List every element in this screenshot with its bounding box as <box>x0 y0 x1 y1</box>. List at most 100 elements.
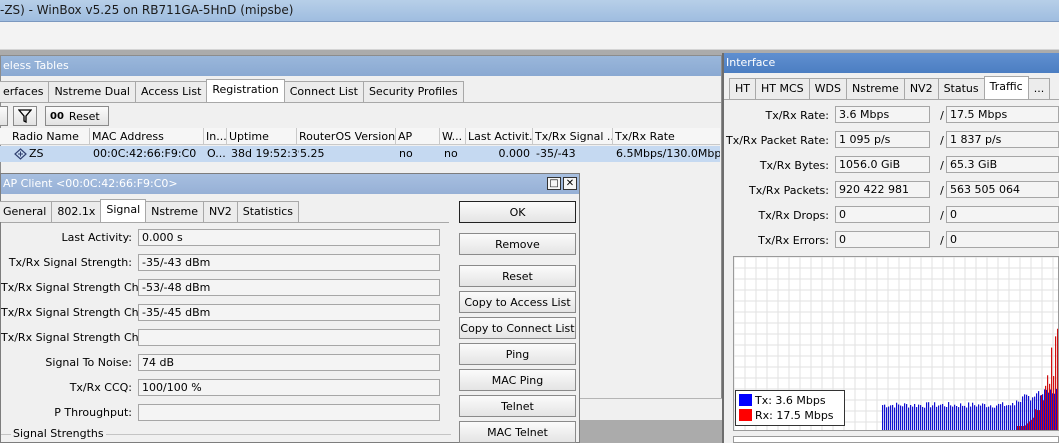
tab-nv2[interactable]: NV2 <box>903 78 939 99</box>
column-header[interactable]: AP <box>396 128 440 145</box>
rx-errors-field: 0 <box>946 231 1059 248</box>
ping-button[interactable]: Ping <box>459 343 576 365</box>
traffic-bar <box>1002 402 1004 430</box>
ccq-field: 100/100 % <box>138 379 440 396</box>
cell-interface: O... <box>207 147 226 160</box>
traffic-bar <box>960 403 962 430</box>
ccq-label: Tx/Rx CCQ: <box>69 381 132 394</box>
traffic-bar <box>980 405 982 430</box>
traffic-bar <box>918 404 920 430</box>
tab-divider <box>724 99 1059 100</box>
tx-packets-field: 920 422 981 <box>835 181 930 198</box>
tab-interfaces[interactable]: erfaces <box>0 81 50 102</box>
signal-strength-label: Tx/Rx Signal Strength: <box>8 256 132 269</box>
traffic-bar <box>932 405 934 430</box>
cell-mac-address: 00:0C:42:66:F9:C0 <box>93 147 197 160</box>
cell-wds: no <box>444 147 458 160</box>
tx-rate-field: 3.6 Mbps <box>835 106 930 123</box>
column-header[interactable]: Uptime <box>227 128 297 145</box>
tab-nstreme[interactable]: Nstreme <box>846 78 905 99</box>
tab-8021x[interactable]: 802.1x <box>51 201 102 222</box>
wireless-client-icon <box>14 148 27 160</box>
rx-packets-field: 563 505 064 <box>946 181 1059 198</box>
tab-signal[interactable]: Signal <box>100 199 147 222</box>
traffic-bar <box>1010 405 1012 430</box>
column-header[interactable]: RouterOS Version <box>297 128 396 145</box>
tab-security-profiles[interactable]: Security Profiles <box>362 81 464 102</box>
tab-nv2[interactable]: NV2 <box>202 201 238 222</box>
traffic-bar <box>892 404 894 430</box>
cell-signal: -35/-43 <box>536 147 576 160</box>
reset-counters-button[interactable]: 00 Reset <box>45 106 109 126</box>
traffic-bar <box>884 404 886 430</box>
traffic-bar <box>908 407 910 430</box>
bytes-separator: / <box>940 159 944 172</box>
column-header[interactable]: Tx/Rx Rate <box>613 128 720 145</box>
tab-status[interactable]: Status <box>937 78 985 99</box>
reset-counters-icon: 00 <box>50 110 64 122</box>
cell-tx-rx-rate: 6.5Mbps/130.0Mbps <box>616 147 720 160</box>
tab-ht[interactable]: HT <box>729 78 756 99</box>
traffic-bar <box>970 406 972 430</box>
close-button[interactable]: ✕ <box>563 177 577 190</box>
wireless-tables-title: eless Tables <box>1 56 721 76</box>
traffic-bar <box>964 405 966 430</box>
column-header[interactable]: Tx/Rx Signal ... <box>533 128 613 145</box>
legend-tx: Tx: 3.6 Mbps <box>739 394 826 407</box>
tab-statistics[interactable]: Statistics <box>236 201 300 222</box>
traffic-bar <box>888 406 890 430</box>
traffic-bar <box>954 404 956 430</box>
tab-general[interactable]: General <box>0 201 53 222</box>
ok-button[interactable]: OK <box>459 201 576 223</box>
traffic-bar <box>1008 405 1010 430</box>
tab-more[interactable]: ... <box>1027 78 1051 99</box>
traffic-bar <box>978 404 980 430</box>
wireless-status-bar <box>580 398 722 420</box>
ap-client-title: AP Client <00:0C:42:66:F9:C0> <box>1 174 579 194</box>
telnet-button[interactable]: Telnet <box>459 395 576 417</box>
reset-button[interactable]: Reset <box>459 265 576 287</box>
filter-button[interactable] <box>13 106 37 126</box>
mac-ping-button[interactable]: MAC Ping <box>459 369 576 391</box>
column-header[interactable]: W... <box>440 128 466 145</box>
rx-swatch <box>739 409 752 421</box>
signal-strength-ch1-field: -35/-45 dBm <box>138 304 440 321</box>
tab-nstreme-dual[interactable]: Nstreme Dual <box>48 81 136 102</box>
tab-wds[interactable]: WDS <box>808 78 847 99</box>
column-header[interactable]: In... <box>204 128 227 145</box>
tab-connect-list[interactable]: Connect List <box>283 81 364 102</box>
drops-separator: / <box>940 209 944 222</box>
tab-registration[interactable]: Registration <box>206 79 285 102</box>
traffic-bar <box>922 406 924 430</box>
tx-packet-rate-field: 1 095 p/s <box>835 131 930 148</box>
maximize-button[interactable]: □ <box>547 177 561 190</box>
column-header[interactable]: Last Activit... <box>466 128 533 145</box>
traffic-bar <box>968 402 970 430</box>
legend-rx-label: Rx: 17.5 Mbps <box>755 409 834 422</box>
column-header[interactable]: MAC Address <box>90 128 204 145</box>
rx-rate-field: 17.5 Mbps <box>946 106 1059 123</box>
column-header[interactable]: Radio Name <box>10 128 90 145</box>
traffic-bar <box>914 403 916 430</box>
traffic-bar <box>940 404 942 430</box>
signal-strength-field: -35/-43 dBm <box>138 254 440 271</box>
traffic-bar <box>986 407 988 430</box>
last-activity-field: 0.000 s <box>138 229 440 246</box>
remove-button[interactable]: Remove <box>459 233 576 255</box>
copy-to-access-list-button[interactable]: Copy to Access List <box>459 291 576 313</box>
signal-strength-ch2-label: Tx/Rx Signal Strength Ch2: <box>1 331 150 344</box>
drops-label: Tx/Rx Drops: <box>758 209 830 222</box>
remove-entry-button[interactable] <box>0 106 8 126</box>
tx-drops-field: 0 <box>835 206 930 223</box>
tab-access-list[interactable]: Access List <box>135 81 208 102</box>
traffic-bar <box>994 407 996 430</box>
tab-ht-mcs[interactable]: HT MCS <box>755 78 810 99</box>
tab-nstreme[interactable]: Nstreme <box>145 201 204 222</box>
table-row[interactable]: ZS 00:0C:42:66:F9:C0 O... 38d 19:52:39 5… <box>0 146 720 162</box>
traffic-bar <box>882 405 884 430</box>
tab-traffic[interactable]: Traffic <box>983 76 1029 99</box>
traffic-bar <box>902 406 904 430</box>
traffic-bar <box>974 405 976 430</box>
copy-to-connect-list-button[interactable]: Copy to Connect List <box>459 317 576 339</box>
mac-telnet-button[interactable]: MAC Telnet <box>459 421 576 443</box>
